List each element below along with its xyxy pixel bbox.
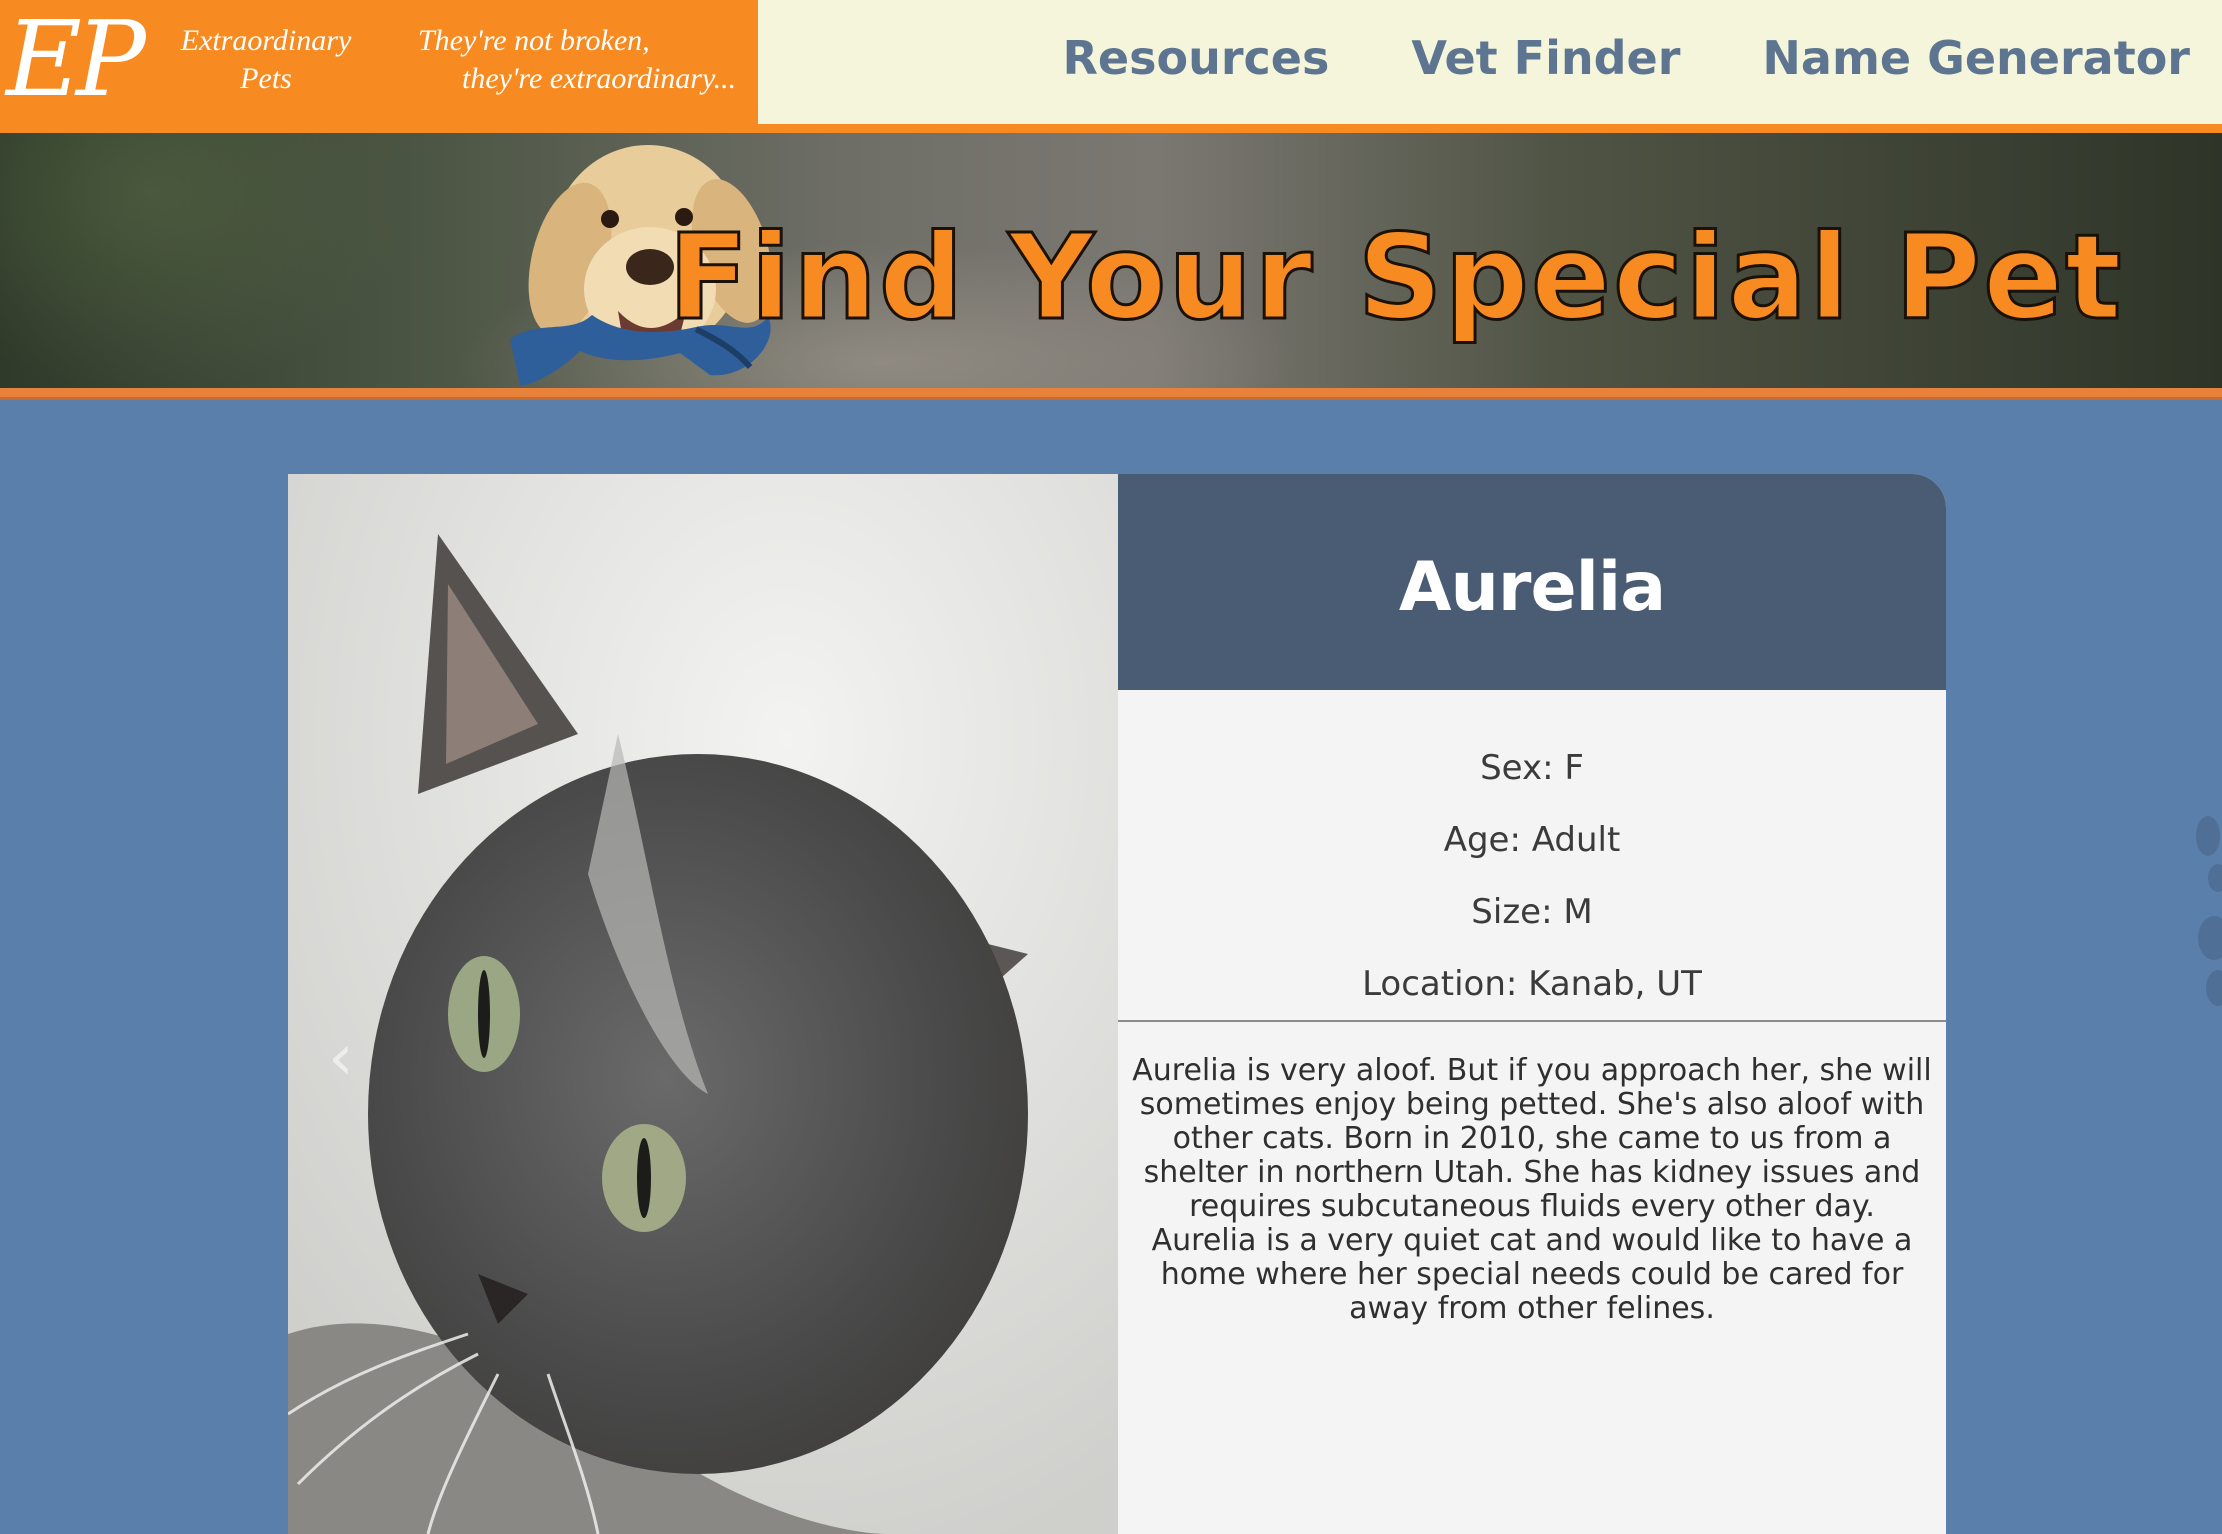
- nav-link-name-generator[interactable]: Name Generator: [1762, 26, 2190, 90]
- tagline-line1: They're not broken,: [418, 24, 650, 57]
- pet-info-card: Aurelia Sex: F Age: Adult Size: M Locati…: [1118, 474, 1946, 1534]
- pet-facts: Sex: F Age: Adult Size: M Location: Kana…: [1118, 690, 1946, 1020]
- pet-location: Location: Kanab, UT: [1362, 964, 1702, 1004]
- brand-name-line2: Pets: [240, 62, 292, 95]
- brand-block[interactable]: EP Extraordinary Pets They're not broken…: [0, 0, 758, 126]
- pet-sex: Sex: F: [1480, 748, 1584, 788]
- hero-banner: Find Your Special Pet: [0, 133, 2222, 388]
- brand-name: Extraordinary Pets: [176, 22, 356, 98]
- carousel-prev-button[interactable]: ‹: [328, 1026, 354, 1090]
- pet-age: Age: Adult: [1443, 820, 1621, 860]
- pet-photo: [288, 474, 1118, 1534]
- pet-name-header: Aurelia: [1118, 474, 1946, 690]
- cat-photo-image: [288, 474, 1118, 1534]
- pet-name: Aurelia: [1398, 547, 1666, 627]
- nav-link-resources[interactable]: Resources: [1062, 26, 1329, 90]
- pet-description: Aurelia is very aloof. But if you approa…: [1132, 1053, 1932, 1326]
- site-header: EP Extraordinary Pets They're not broken…: [0, 0, 2222, 126]
- main-nav: Resources Vet Finder Name Generator: [1062, 26, 2190, 90]
- tagline-line2: they're extraordinary...: [462, 62, 737, 95]
- header-divider: [0, 124, 2222, 133]
- logo[interactable]: EP: [6, 0, 166, 122]
- hero-title: Find Your Special Pet: [667, 207, 2124, 348]
- paw-print-icon: [2196, 816, 2222, 1006]
- tagline: They're not broken, they're extraordinar…: [418, 22, 748, 98]
- pet-size: Size: M: [1471, 892, 1593, 932]
- hero-divider: [0, 388, 2222, 400]
- brand-name-line1: Extraordinary: [180, 24, 352, 57]
- nav-link-vet-finder[interactable]: Vet Finder: [1411, 26, 1680, 90]
